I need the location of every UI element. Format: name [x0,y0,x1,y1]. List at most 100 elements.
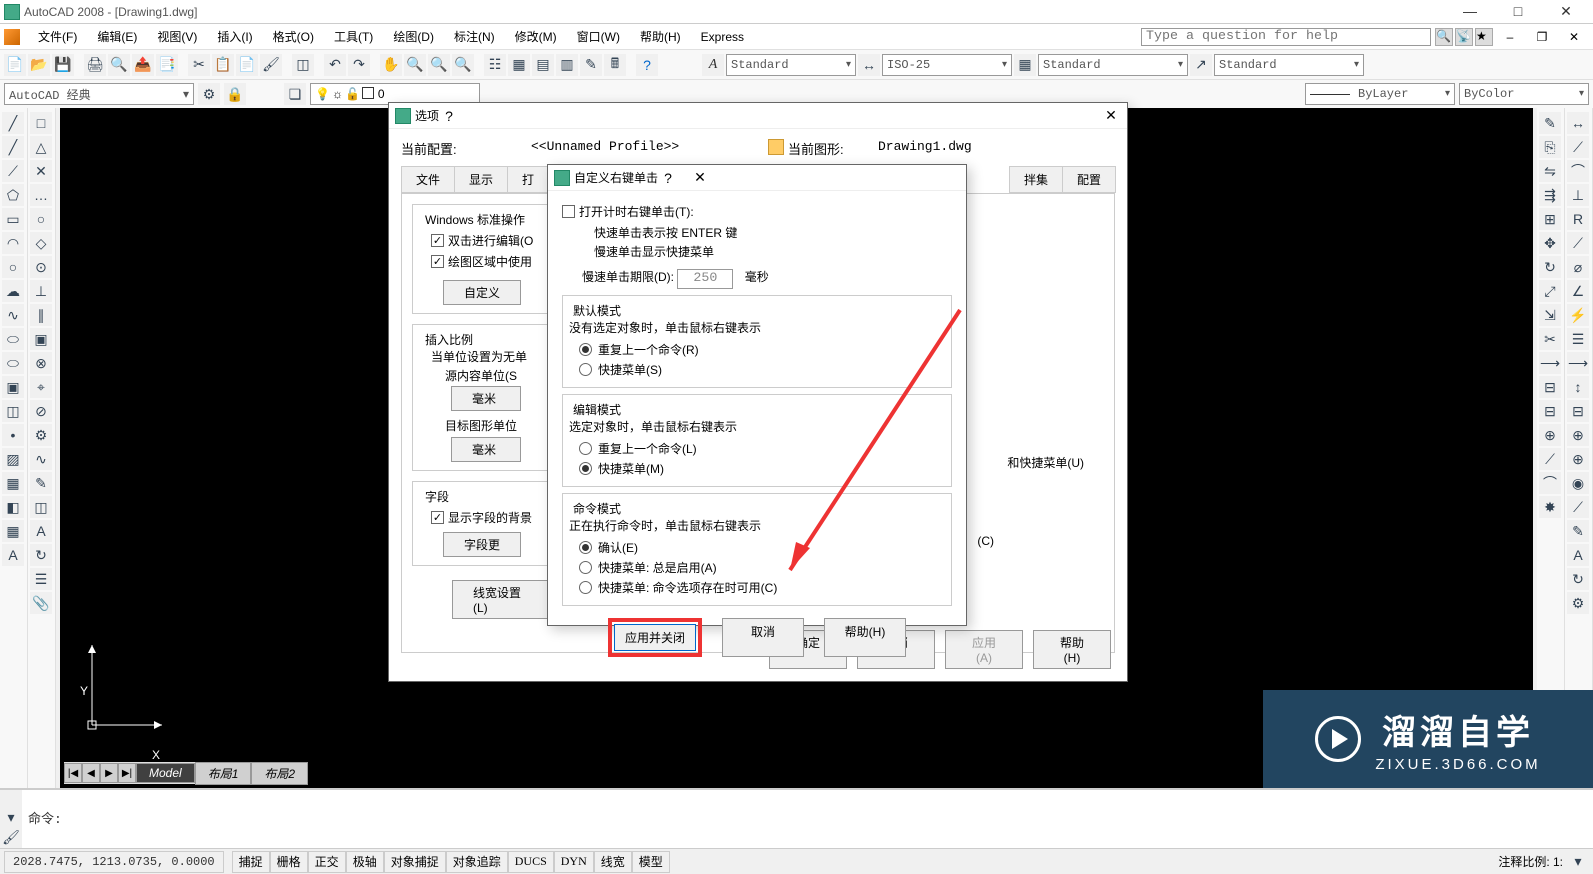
chamfer-icon[interactable]: ⟋ [1539,448,1561,470]
dim-style-icon2[interactable]: ⚙ [1567,592,1589,614]
tab-nav-first[interactable]: |◀ [64,763,82,783]
battman-icon[interactable]: ☰ [30,568,52,590]
osnap-ext-icon[interactable]: … [30,184,52,206]
anno-scale-label[interactable]: 注释比例: 1: [1498,853,1563,870]
dim-space-icon[interactable]: ↕ [1567,376,1589,398]
menu-view[interactable]: 视图(V) [147,26,207,47]
model-toggle[interactable]: 模型 [632,851,670,873]
options-tab-open[interactable]: 打 [507,166,549,193]
spline-icon[interactable]: ∿ [2,304,24,326]
osnap-none-icon[interactable]: ⊘ [30,400,52,422]
options-tab-select[interactable]: 拌集 [1009,166,1063,193]
mark-icon[interactable]: ✎ [30,472,52,494]
array-icon[interactable]: ⊞ [1539,208,1561,230]
copy-obj-icon[interactable]: ⎘ [1539,136,1561,158]
grid-toggle[interactable]: 栅格 [270,851,308,873]
erase-icon[interactable]: ✎ [1539,112,1561,134]
center-mark-icon[interactable]: ⊕ [1567,448,1589,470]
explode-icon[interactable]: ✸ [1539,496,1561,518]
tolerance-icon[interactable]: ⊕ [1567,424,1589,446]
quickcalc-icon[interactable]: 🖩 [604,54,626,76]
comm-center-icon[interactable]: 📡 [1455,28,1473,46]
paste-icon[interactable]: 📄 [236,54,258,76]
extend-icon[interactable]: ⟶ [1539,352,1561,374]
xattach-icon[interactable]: 📎 [30,592,52,614]
gradient-icon[interactable]: ▦ [2,472,24,494]
cmd-confirm-radio[interactable] [579,541,592,554]
zoom-rt-icon[interactable]: 🔍 [404,54,426,76]
options-close-icon[interactable]: ✕ [1101,107,1121,124]
field-update-button[interactable]: 字段更 [443,532,521,557]
osnap-int-icon[interactable]: ✕ [30,160,52,182]
menu-format[interactable]: 格式(O) [263,26,324,47]
favorites-icon[interactable]: ★ [1475,28,1493,46]
dim-angular-icon[interactable]: ∠ [1567,280,1589,302]
sheet-mgr-icon[interactable]: ▥ [556,54,578,76]
tab-nav-last[interactable]: ▶| [118,763,136,783]
dim-update-icon[interactable]: ↻ [1567,568,1589,590]
point-icon[interactable]: • [2,424,24,446]
doc-minimize-button[interactable]: – [1495,30,1525,44]
ortho-toggle[interactable]: 正交 [308,851,346,873]
design-center-icon[interactable]: ▦ [508,54,530,76]
osnap-node-icon[interactable]: ⊗ [30,352,52,374]
break-pt-icon[interactable]: ⊟ [1539,376,1561,398]
timing-checkbox[interactable] [562,205,575,218]
dim-quick-icon[interactable]: ⚡ [1567,304,1589,326]
circle-icon[interactable]: ○ [2,256,24,278]
drawarea-checkbox[interactable]: ✓ [431,255,444,268]
print-icon[interactable]: 🖨 [84,54,106,76]
dyn-toggle[interactable]: DYN [554,851,594,873]
default-menu-radio[interactable] [579,363,592,376]
menu-help[interactable]: 帮助(H) [630,26,691,47]
apply-close-button[interactable]: 应用并关闭 [614,624,696,651]
layer-mgr-icon[interactable]: ❏ [284,83,306,105]
menu-tools[interactable]: 工具(T) [324,26,383,47]
options-help-icon[interactable]: ? [439,108,459,124]
copy-icon[interactable]: 📋 [212,54,234,76]
cmd-paint-icon[interactable]: 🖌 [2,828,20,846]
scale-icon[interactable]: ⤢ [1539,280,1561,302]
revcloud-icon[interactable]: ☁ [2,280,24,302]
dim-style-combo[interactable]: ISO-25▾ [882,54,1012,76]
offset-icon[interactable]: ⇶ [1539,184,1561,206]
hatch-icon[interactable]: ▨ [2,448,24,470]
jog-linear-icon[interactable]: ⟋ [1567,496,1589,518]
osnap-perp-icon[interactable]: ⊥ [30,280,52,302]
properties-icon[interactable]: ☷ [484,54,506,76]
make-block-icon[interactable]: ◫ [2,400,24,422]
autocad-menu-icon[interactable] [4,29,20,45]
custom-help-button[interactable]: 帮助(H) [824,618,906,657]
markup-icon[interactable]: ✎ [580,54,602,76]
stretch-icon[interactable]: ⇲ [1539,304,1561,326]
mleader-style-combo[interactable]: Standard▾ [1214,54,1364,76]
workspace-combo[interactable]: AutoCAD 经典▾ [4,83,194,105]
dim-jogged-icon[interactable]: ⟋ [1567,232,1589,254]
polar-toggle[interactable]: 极轴 [346,851,384,873]
polygon-icon[interactable]: ⬠ [2,184,24,206]
osnap-ins-icon[interactable]: ▣ [30,328,52,350]
minimize-button[interactable]: — [1455,3,1485,20]
osnap-settings-icon[interactable]: ⚙ [30,424,52,446]
lwt-toggle[interactable]: 线宽 [594,851,632,873]
move-icon[interactable]: ✥ [1539,232,1561,254]
cmd-always-radio[interactable] [579,561,592,574]
customize-click-button[interactable]: 自定义 [443,280,521,305]
osnap-tan-icon[interactable]: ⊙ [30,256,52,278]
custom-cancel-button[interactable]: 取消 [722,618,804,657]
toolbar-lock-icon[interactable]: 🔒 [224,83,246,105]
inspect-icon[interactable]: ◉ [1567,472,1589,494]
dim-continue-icon[interactable]: ⟶ [1567,352,1589,374]
doc-close-button[interactable]: ✕ [1559,30,1589,44]
menu-express[interactable]: Express [691,28,754,46]
menu-edit[interactable]: 编辑(E) [87,26,147,47]
menu-dimension[interactable]: 标注(N) [444,26,505,47]
status-coordinates[interactable]: 2028.7475, 1213.0735, 0.0000 [4,851,224,873]
lineweight-settings-button[interactable]: 线宽设置(L) [452,580,552,619]
menu-file[interactable]: 文件(F) [28,26,87,47]
save-icon[interactable]: 💾 [52,54,74,76]
osnap-quad-icon[interactable]: ◇ [30,232,52,254]
otrack-toggle[interactable]: 对象追踪 [446,851,508,873]
match-prop-icon[interactable]: 🖌 [260,54,282,76]
edit-menu-radio[interactable] [579,462,592,475]
